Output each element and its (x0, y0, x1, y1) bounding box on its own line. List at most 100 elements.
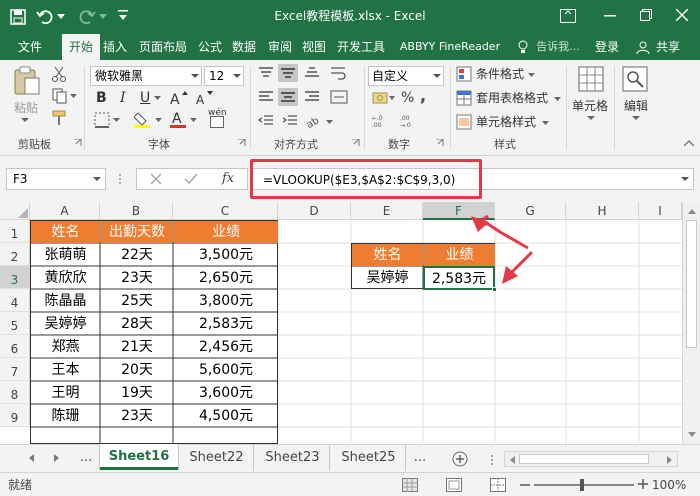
dialog-launcher-icon[interactable] (436, 139, 444, 147)
cells-button[interactable]: 单元格 (572, 100, 608, 112)
tab-review[interactable]: 审阅 (264, 34, 296, 60)
chevron-down-icon[interactable] (155, 118, 162, 123)
row-header-9[interactable]: 9 (0, 404, 30, 427)
restore-icon[interactable] (640, 9, 652, 21)
chevron-down-icon[interactable] (154, 96, 161, 101)
select-all-corner[interactable] (0, 202, 30, 220)
tell-me-search[interactable]: 告诉我... (532, 34, 584, 60)
row-header-7[interactable]: 7 (0, 358, 30, 381)
row-header-8[interactable]: 8 (0, 381, 30, 404)
cell-styles-button[interactable]: 单元格样式 (476, 116, 536, 128)
next-sheet-icon[interactable] (54, 454, 60, 462)
align-left-icon[interactable] (258, 90, 274, 104)
ribbon-display-icon[interactable] (560, 9, 576, 23)
chevron-down-icon[interactable] (542, 121, 549, 126)
horizontal-scrollbar[interactable] (504, 451, 678, 467)
insert-function-button[interactable]: fx (222, 171, 234, 186)
vertical-scroll-thumb[interactable] (686, 220, 697, 348)
page-break-view-icon[interactable] (490, 478, 506, 492)
align-top-icon[interactable] (258, 66, 274, 80)
phonetic-button[interactable]: wén (208, 108, 236, 130)
minimize-icon[interactable] (604, 15, 616, 17)
redo-icon[interactable] (78, 8, 96, 26)
chevron-down-icon[interactable] (99, 14, 107, 20)
tab-formulas[interactable]: 公式 (194, 34, 226, 60)
customize-qat-icon[interactable] (118, 10, 128, 22)
row-header-5[interactable]: 5 (0, 312, 30, 335)
tab-view[interactable]: 视图 (298, 34, 330, 60)
dialog-launcher-icon[interactable] (74, 139, 82, 147)
decrease-indent-icon[interactable] (258, 114, 274, 128)
lookup-header-name[interactable]: 姓名 (352, 244, 423, 266)
table-cell[interactable]: 王本 (31, 359, 100, 381)
zoom-in-icon[interactable] (638, 479, 648, 489)
row-header-1[interactable]: 1 (0, 220, 30, 243)
paste-icon[interactable] (12, 66, 40, 96)
cell-styles-icon[interactable] (456, 114, 472, 130)
edit-search-icon[interactable] (622, 66, 648, 92)
chevron-down-icon[interactable] (389, 96, 395, 101)
tab-developer[interactable]: 开发工具 (332, 34, 390, 60)
align-right-icon[interactable] (304, 90, 320, 104)
increase-decimal-icon[interactable]: ←.0.00 (372, 114, 396, 128)
row-header-3[interactable]: 3 (0, 266, 30, 289)
table-cell[interactable]: 19天 (101, 382, 173, 404)
chevron-down-icon[interactable] (191, 74, 199, 79)
format-as-table-icon[interactable] (456, 90, 472, 106)
enter-check-icon[interactable] (184, 173, 198, 185)
table-cell[interactable]: 吴婷婷 (31, 313, 100, 335)
column-header-e[interactable]: E (351, 202, 423, 220)
table-cell[interactable]: 5,600元 (174, 359, 278, 381)
chevron-down-icon[interactable] (190, 118, 197, 123)
scroll-left-icon[interactable] (509, 456, 515, 464)
scroll-up-icon[interactable] (688, 208, 696, 214)
drag-handle-icon[interactable] (118, 173, 122, 185)
save-icon[interactable] (10, 9, 26, 25)
italic-button[interactable]: I (120, 90, 126, 106)
chevron-down-icon[interactable] (93, 177, 101, 182)
row-header-4[interactable]: 4 (0, 289, 30, 312)
worksheet-grid[interactable]: A B C D E F G H I 1 2 3 4 5 6 7 8 9 姓名 出… (0, 202, 700, 444)
sheet-tab-sheet22[interactable]: Sheet22 (180, 445, 254, 471)
table-cell[interactable]: 3,500元 (174, 244, 278, 266)
sheet-tab-more-right[interactable]: ... (408, 445, 432, 471)
currency-icon[interactable] (372, 90, 388, 106)
align-middle-active[interactable] (278, 64, 298, 82)
increase-indent-icon[interactable] (282, 114, 298, 128)
undo-icon[interactable] (36, 8, 54, 26)
collapse-ribbon-icon[interactable] (684, 140, 694, 146)
number-format-dropdown[interactable]: 自定义 (368, 66, 444, 86)
table-cell[interactable]: 2,456元 (174, 336, 278, 358)
name-box[interactable]: F3 (6, 168, 106, 190)
fill-color-icon[interactable] (134, 110, 152, 128)
table-cell[interactable]: 3,800元 (174, 290, 278, 312)
font-size-dropdown[interactable]: 12 (204, 66, 244, 86)
percent-icon[interactable]: % (401, 90, 414, 106)
lookup-name-cell[interactable]: 吴婷婷 (352, 267, 423, 289)
align-bottom-icon[interactable] (304, 66, 320, 80)
merge-center-icon[interactable] (330, 90, 348, 104)
sheet-tab-sheet23[interactable]: Sheet23 (256, 445, 330, 471)
page-layout-view-icon[interactable] (446, 478, 462, 492)
scroll-right-icon[interactable] (667, 456, 673, 464)
table-cell[interactable]: 2,650元 (174, 267, 278, 289)
row-header-6[interactable]: 6 (0, 335, 30, 358)
sheet-tab-sheet16[interactable]: Sheet16 (100, 444, 178, 470)
table-cell[interactable]: 3,600元 (174, 382, 278, 404)
chevron-down-icon[interactable] (57, 14, 65, 20)
chevron-down-icon[interactable] (632, 116, 640, 121)
table-cell[interactable]: 21天 (101, 336, 173, 358)
paste-button[interactable]: 粘贴 (14, 102, 38, 114)
expand-formula-icon[interactable] (681, 177, 689, 182)
sign-in-link[interactable]: 登录 (590, 34, 624, 60)
table-cell[interactable]: 王明 (31, 382, 100, 404)
chevron-down-icon[interactable] (587, 116, 595, 121)
tab-home[interactable]: 开始 (62, 34, 100, 60)
table-cell[interactable]: 黄欣欣 (31, 267, 100, 289)
table-cell[interactable]: 陈晶晶 (31, 290, 100, 312)
borders-icon[interactable] (94, 112, 110, 128)
tab-data[interactable]: 数据 (228, 34, 260, 60)
column-header-a[interactable]: A (30, 202, 100, 220)
column-header-b[interactable]: B (100, 202, 173, 220)
chevron-down-icon[interactable] (70, 94, 77, 99)
